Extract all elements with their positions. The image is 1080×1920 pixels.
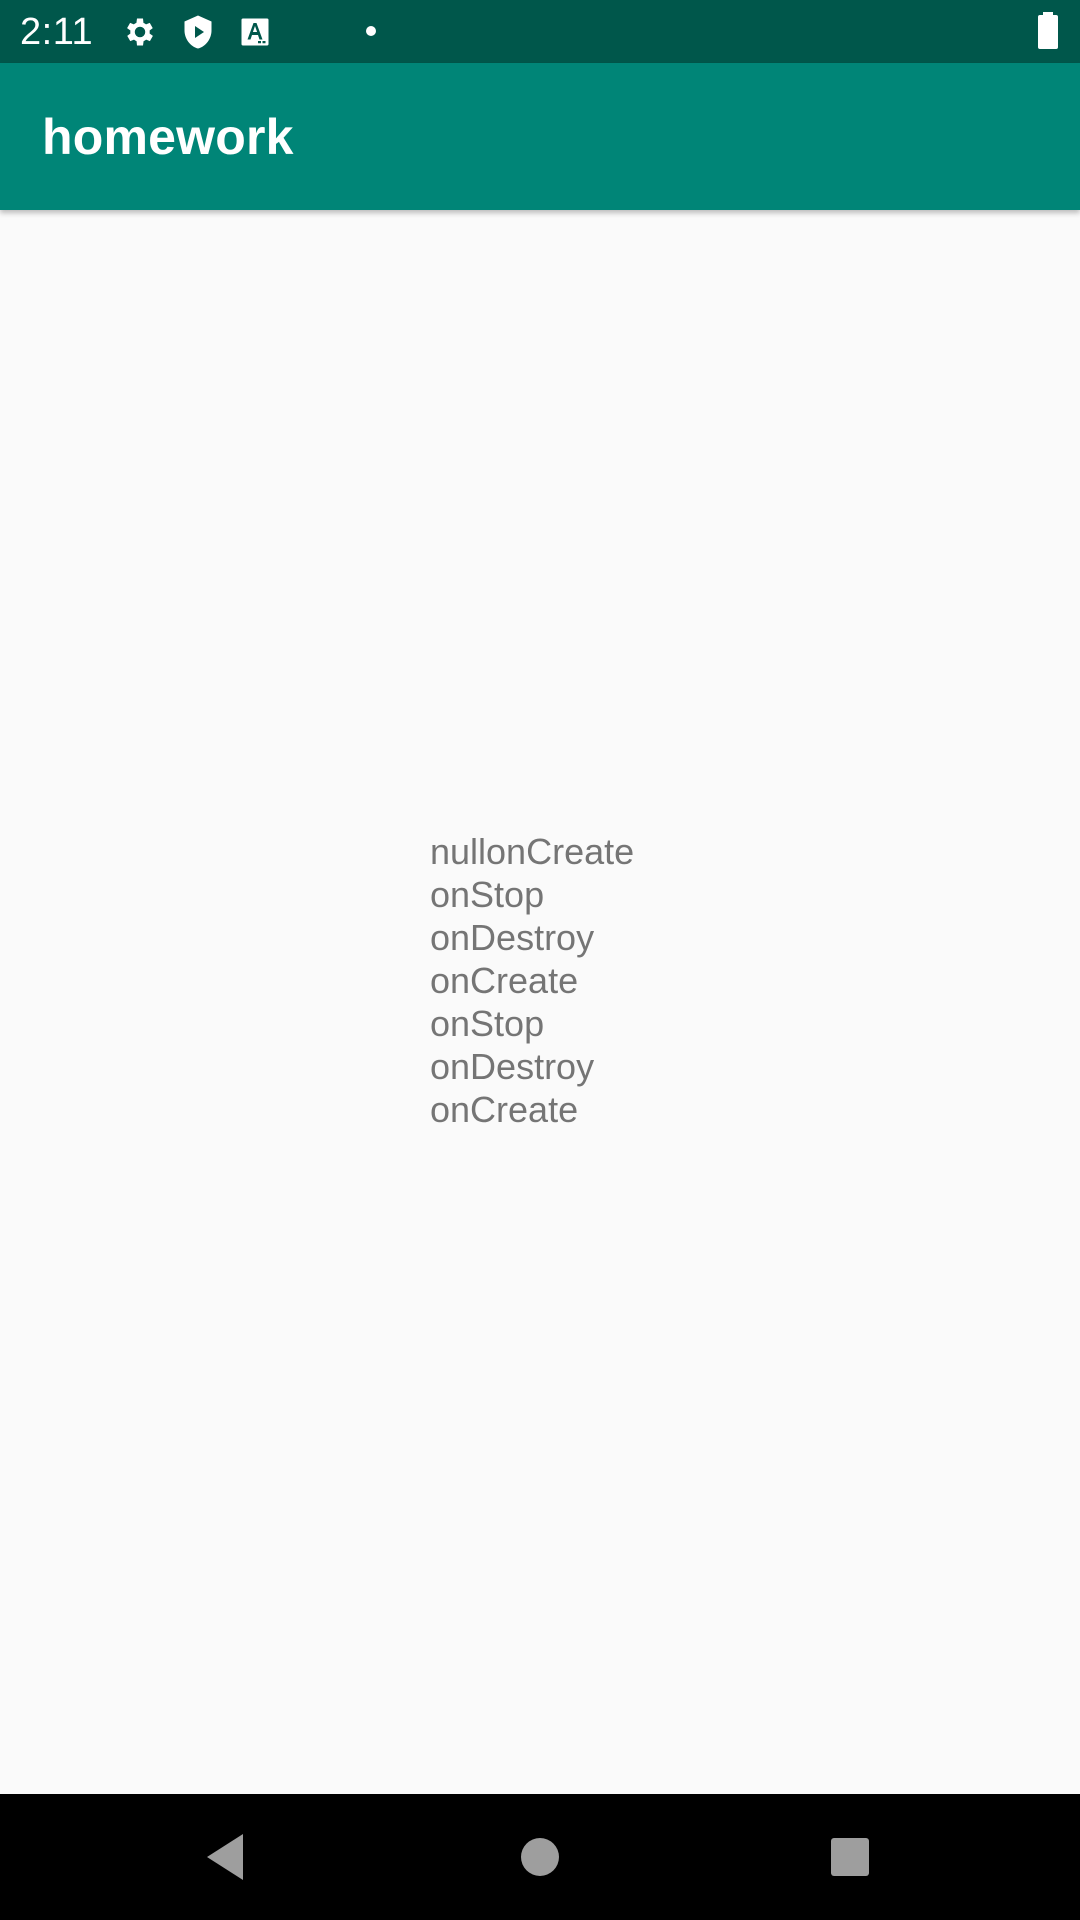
log-line: onCreate [430, 1089, 579, 1130]
app-title: homework [42, 109, 294, 165]
notification-dot-icon [366, 26, 376, 36]
app-screen: 2:11 homework nullonCreate onStop onDest… [0, 0, 1080, 1920]
gear-icon [122, 14, 158, 50]
status-time: 2:11 [20, 11, 94, 53]
font-a-icon [237, 14, 273, 50]
navigation-bar [0, 1794, 1080, 1920]
log-line: onStop [430, 1003, 545, 1044]
recents-button[interactable] [817, 1824, 883, 1890]
lifecycle-log: nullonCreate onStop onDestroy onCreate o… [430, 830, 634, 1131]
main-content: nullonCreate onStop onDestroy onCreate o… [0, 210, 1080, 1794]
log-line: nullonCreate [430, 831, 635, 872]
log-line: onCreate [430, 960, 579, 1001]
home-icon [521, 1838, 559, 1876]
app-bar: homework [0, 63, 1080, 210]
battery-full-icon [1036, 12, 1060, 50]
home-button[interactable] [507, 1824, 573, 1890]
shield-play-icon [180, 14, 216, 50]
recents-icon [831, 1838, 869, 1876]
log-line: onDestroy [430, 917, 595, 958]
back-button[interactable] [192, 1824, 258, 1890]
log-line: onStop [430, 874, 545, 915]
status-bar: 2:11 [0, 0, 1080, 63]
back-icon [207, 1834, 243, 1880]
log-line: onDestroy [430, 1046, 595, 1087]
